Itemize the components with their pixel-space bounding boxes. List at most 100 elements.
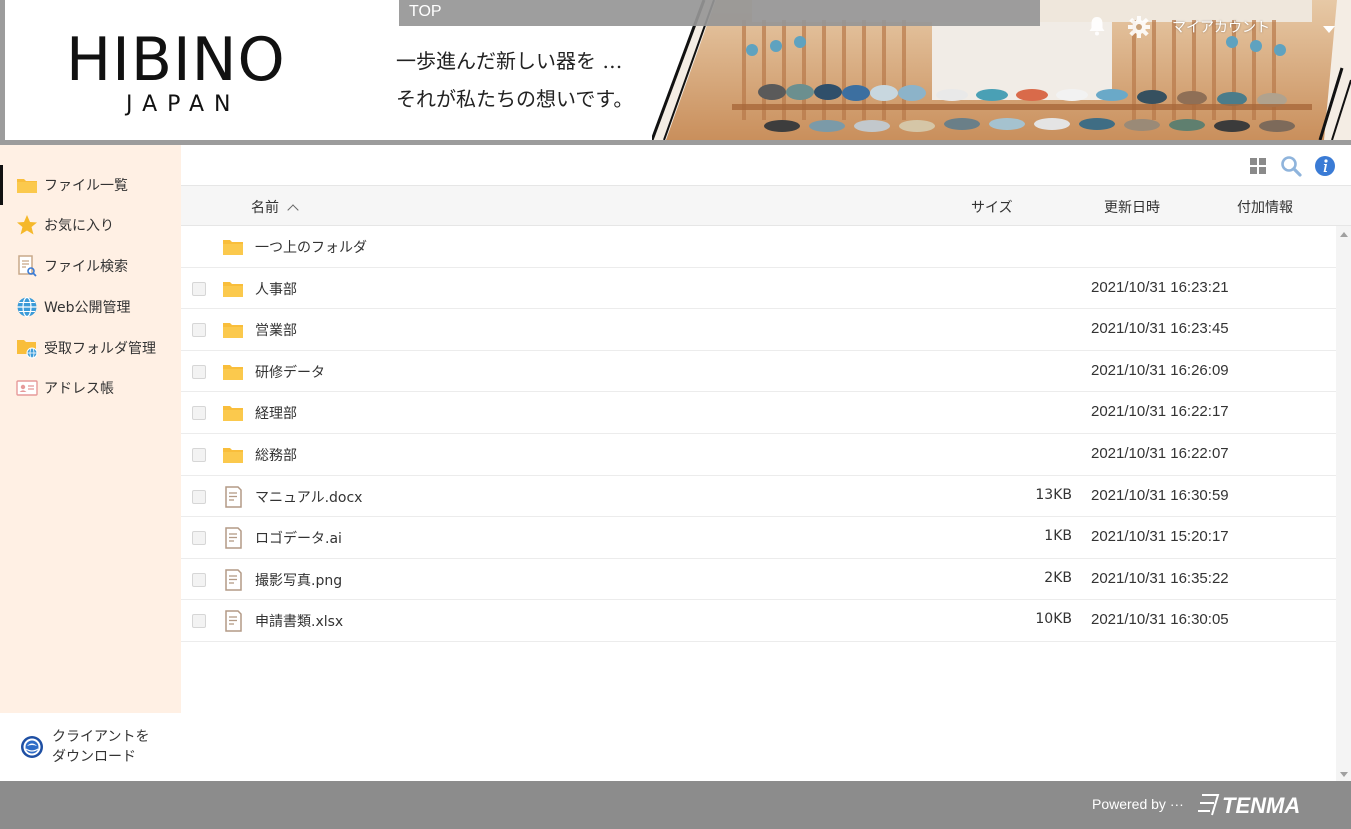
- file-name[interactable]: 営業部: [255, 320, 297, 340]
- column-name-header[interactable]: 名前: [251, 197, 299, 217]
- file-date: 2021/10/31 16:30:59: [1091, 486, 1229, 504]
- bell-icon[interactable]: [1088, 16, 1106, 36]
- file-list: 一つ上のフォルダ 人事部 2021/10/31 16:23:21 営業部 202…: [181, 226, 1336, 642]
- parent-folder-row[interactable]: 一つ上のフォルダ: [181, 226, 1336, 268]
- vertical-scrollbar[interactable]: [1336, 226, 1351, 781]
- row-checkbox[interactable]: [192, 364, 206, 379]
- file-size: 1KB: [1044, 528, 1072, 545]
- column-info-header[interactable]: 付加情報: [1237, 197, 1293, 217]
- top-bar[interactable]: TOP: [399, 0, 1040, 26]
- tenma-brand-text: TENMA: [1222, 793, 1300, 818]
- row-checkbox[interactable]: [192, 531, 206, 546]
- row-checkbox[interactable]: [192, 447, 206, 462]
- table-row[interactable]: 経理部 2021/10/31 16:22:17: [181, 392, 1336, 434]
- download-label-line-2: ダウンロード: [52, 749, 136, 765]
- sidebar-item-file-list[interactable]: ファイル一覧: [0, 165, 181, 205]
- table-row[interactable]: 研修データ 2021/10/31 16:26:09: [181, 351, 1336, 393]
- info-icon[interactable]: [1314, 155, 1336, 177]
- main-content: 名前 サイズ 更新日時 付加情報 一つ上のフォルダ 人事部 2021/10/31…: [181, 145, 1351, 781]
- sort-ascending-icon: [287, 204, 299, 216]
- file-date: 2021/10/31 16:22:07: [1091, 444, 1229, 462]
- file-name[interactable]: 経理部: [255, 403, 297, 423]
- top-label: TOP: [409, 3, 442, 20]
- scroll-down-icon[interactable]: [1340, 772, 1348, 777]
- file-date: 2021/10/31 16:23:21: [1091, 278, 1229, 296]
- file-name[interactable]: マニュアル.docx: [255, 487, 362, 507]
- table-row[interactable]: 撮影写真.png 2KB 2021/10/31 16:35:22: [181, 559, 1336, 601]
- address-card-icon: [16, 377, 38, 399]
- file-date: 2021/10/31 16:35:22: [1091, 569, 1229, 587]
- file-name[interactable]: 撮影写真.png: [255, 570, 342, 590]
- folder-icon: [223, 447, 243, 463]
- sidebar-item-label: ファイル一覧: [44, 178, 128, 194]
- column-updated-header[interactable]: 更新日時: [1104, 197, 1160, 217]
- table-row[interactable]: ロゴデータ.ai 1KB 2021/10/31 15:20:17: [181, 517, 1336, 559]
- folder-icon: [223, 281, 243, 297]
- file-name[interactable]: ロゴデータ.ai: [255, 528, 342, 548]
- sidebar-item-favorites[interactable]: お気に入り: [0, 205, 181, 245]
- row-checkbox[interactable]: [192, 614, 206, 629]
- sidebar-item-label: アドレス帳: [44, 381, 114, 397]
- document-icon: [225, 569, 242, 591]
- sidebar-item-web-publish[interactable]: Web公開管理: [0, 287, 181, 327]
- file-size: 13KB: [1035, 486, 1072, 503]
- folder-icon: [223, 240, 243, 255]
- star-icon: [16, 214, 38, 236]
- chevron-down-icon[interactable]: [1323, 26, 1335, 33]
- powered-by-label: Powered by ···: [1092, 796, 1184, 812]
- search-icon[interactable]: [1280, 155, 1302, 177]
- file-date: 2021/10/31 16:22:17: [1091, 403, 1229, 421]
- file-name[interactable]: 総務部: [255, 445, 297, 465]
- download-client-label: クライアントを ダウンロード: [52, 727, 149, 767]
- column-name-label: 名前: [251, 200, 279, 216]
- sidebar-item-receive-folder[interactable]: 受取フォルダ管理: [0, 328, 181, 368]
- file-size: 2KB: [1044, 569, 1072, 586]
- parent-folder-label: 一つ上のフォルダ: [255, 240, 367, 256]
- sidebar: ファイル一覧 お気に入り ファイル検索 Web公開管理 受取フォルダ管理 アドレ…: [0, 145, 181, 781]
- gear-icon[interactable]: [1128, 16, 1150, 38]
- sidebar-item-label: 受取フォルダ管理: [44, 341, 156, 357]
- folder-icon: [223, 323, 243, 339]
- file-name[interactable]: 研修データ: [255, 362, 325, 382]
- download-client-button[interactable]: クライアントを ダウンロード: [0, 713, 181, 781]
- tagline-line-1: 一歩進んだ新しい器を …: [396, 49, 623, 73]
- table-row[interactable]: マニュアル.docx 13KB 2021/10/31 16:30:59: [181, 476, 1336, 518]
- grid-view-icon[interactable]: [1247, 155, 1269, 177]
- file-name[interactable]: 人事部: [255, 279, 297, 299]
- client-download-icon: [21, 736, 43, 758]
- sidebar-item-address-book[interactable]: アドレス帳: [0, 368, 181, 408]
- table-row[interactable]: 人事部 2021/10/31 16:23:21: [181, 268, 1336, 310]
- row-checkbox[interactable]: [192, 489, 206, 504]
- globe-icon: [16, 296, 38, 318]
- toolbar: [181, 145, 1351, 186]
- row-checkbox[interactable]: [192, 281, 206, 296]
- row-checkbox[interactable]: [192, 572, 206, 587]
- my-account-label[interactable]: マイアカウント: [1172, 17, 1270, 37]
- row-checkbox[interactable]: [192, 323, 206, 338]
- folder-icon: [16, 174, 38, 196]
- scroll-up-icon[interactable]: [1340, 232, 1348, 237]
- table-row[interactable]: 申請書類.xlsx 10KB 2021/10/31 16:30:05: [181, 600, 1336, 642]
- file-date: 2021/10/31 16:23:45: [1091, 320, 1229, 338]
- row-checkbox[interactable]: [192, 406, 206, 421]
- file-name[interactable]: 申請書類.xlsx: [255, 611, 343, 631]
- folder-icon: [223, 406, 243, 422]
- tagline-line-2: それが私たちの想いです。: [396, 87, 634, 111]
- file-date: 2021/10/31 16:30:05: [1091, 611, 1229, 629]
- tenma-logo[interactable]: TENMA: [1198, 791, 1328, 819]
- file-date: 2021/10/31 15:20:17: [1091, 528, 1229, 546]
- download-label-line-1: クライアントを: [52, 729, 150, 745]
- folder-globe-icon: [16, 337, 38, 359]
- sidebar-item-label: お気に入り: [44, 218, 114, 234]
- column-size-header[interactable]: サイズ: [971, 197, 1013, 217]
- sidebar-item-file-search[interactable]: ファイル検索: [0, 246, 181, 286]
- column-header: 名前 サイズ 更新日時 付加情報: [181, 186, 1351, 226]
- table-row[interactable]: 総務部 2021/10/31 16:22:07: [181, 434, 1336, 476]
- table-row[interactable]: 営業部 2021/10/31 16:23:45: [181, 309, 1336, 351]
- header-frame-left: [0, 0, 5, 145]
- brand-logo[interactable]: HIBINO JAPAN: [66, 30, 310, 120]
- file-size: 10KB: [1035, 611, 1072, 628]
- tagline: 一歩進んだ新しい器を … それが私たちの想いです。: [396, 42, 666, 118]
- file-date: 2021/10/31 16:26:09: [1091, 361, 1229, 379]
- document-icon: [225, 527, 242, 549]
